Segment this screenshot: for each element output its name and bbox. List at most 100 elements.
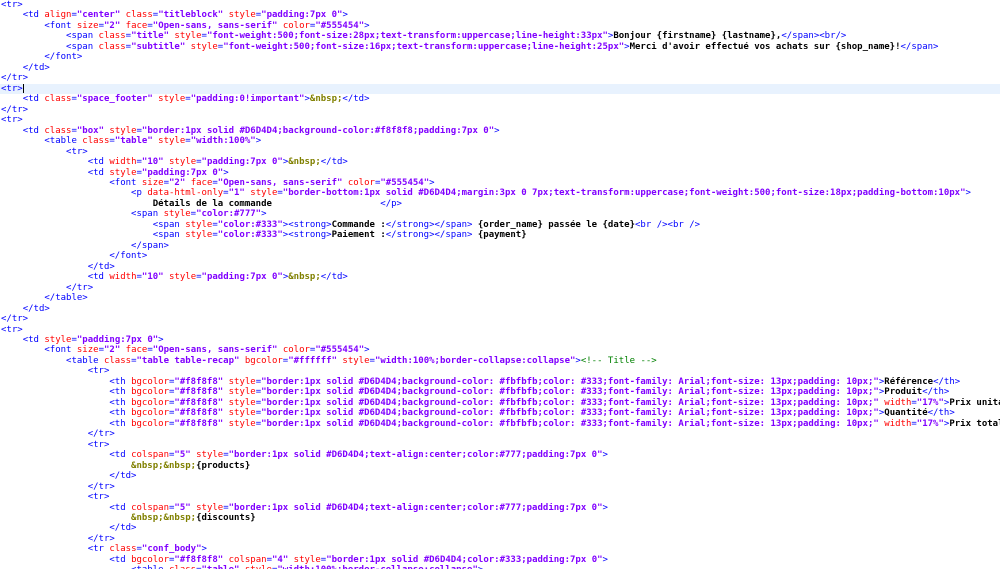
code-token: style <box>174 31 202 42</box>
code-token: <tr> <box>1 0 23 10</box>
code-line[interactable]: <tr> <box>0 366 1000 376</box>
code-token: <font <box>109 177 142 188</box>
code-token: {order_name} passée le {date} <box>472 219 636 230</box>
code-token: "border:1px solid #D6D4D4;background-col… <box>261 408 879 419</box>
code-line[interactable]: <td colspan="5" style="border:1px solid … <box>0 450 1000 460</box>
code-line[interactable]: </font> <box>0 251 1000 261</box>
code-token: "width:100%;border-collapse:collapse" <box>277 565 477 569</box>
code-token: > <box>429 177 435 188</box>
code-line[interactable]: </td> <box>0 262 1000 272</box>
code-token: class <box>109 544 137 555</box>
code-token: </th> <box>933 376 961 387</box>
code-line[interactable]: <td style="padding:7px 0"> <box>0 168 1000 178</box>
code-line[interactable]: <span class="title" style="font-weight:5… <box>0 31 1000 41</box>
code-token: Quantité <box>884 408 928 419</box>
code-line[interactable]: <table class="table table-recap" bgcolor… <box>0 356 1000 366</box>
code-line[interactable]: <td class="box" style="border:1px solid … <box>0 126 1000 136</box>
code-line[interactable]: </font> <box>0 52 1000 62</box>
code-line[interactable]: <td colspan="5" style="border:1px solid … <box>0 503 1000 513</box>
code-line[interactable]: </tr> <box>0 314 1000 324</box>
code-token: "border:1px solid #D6D4D4;background-col… <box>261 387 879 398</box>
code-line[interactable]: <font size="2" face="Open-sans, sans-ser… <box>0 178 1000 188</box>
code-line[interactable]: <td width="10" style="padding:7px 0">&nb… <box>0 272 1000 282</box>
code-line[interactable]: <p data-html-only="1" style="border-bott… <box>0 188 1000 198</box>
code-line[interactable]: <th bgcolor="#f8f8f8" style="border:1px … <box>0 419 1000 429</box>
code-token: style <box>342 355 370 366</box>
code-token: style <box>228 408 256 419</box>
code-line[interactable]: <tr> <box>0 440 1000 450</box>
code-token: </td> <box>320 157 348 168</box>
code-line[interactable]: &nbsp;&nbsp;{products} <box>0 461 1000 471</box>
code-line[interactable]: <tr> <box>0 147 1000 157</box>
code-token: style <box>163 209 191 220</box>
code-line[interactable]: &nbsp;&nbsp;{discounts} <box>0 513 1000 523</box>
code-line[interactable]: <tr> <box>0 83 1000 95</box>
code-token: <th <box>109 376 132 387</box>
code-line[interactable]: <table class="table" style="width:100%"> <box>0 136 1000 146</box>
code-line[interactable]: </table> <box>0 293 1000 303</box>
code-line[interactable]: <tr> <box>0 325 1000 335</box>
code-token: colspan <box>228 554 267 565</box>
code-token: <th <box>109 397 132 408</box>
code-line[interactable]: </tr> <box>0 105 1000 115</box>
code-line[interactable]: <th bgcolor="#f8f8f8" style="border:1px … <box>0 377 1000 387</box>
code-token: style <box>196 502 224 513</box>
code-editor[interactable]: <tr> <td align="center" class="titlebloc… <box>0 0 1000 569</box>
code-line[interactable]: <th bgcolor="#f8f8f8" style="border:1px … <box>0 408 1000 418</box>
code-line[interactable]: <tr class="conf_body"> <box>0 544 1000 554</box>
code-line[interactable]: <td bgcolor="#f8f8f8" colspan="4" style=… <box>0 555 1000 565</box>
code-token: "2" <box>103 345 121 356</box>
code-token: color <box>282 20 310 31</box>
code-token: "2" <box>103 20 121 31</box>
code-token: bgcolor <box>131 397 169 408</box>
code-line[interactable]: Détails de la commande </p> <box>0 199 1000 209</box>
code-line[interactable]: </tr> <box>0 482 1000 492</box>
code-token: Merci d'avoir effectué vos achats sur {s… <box>629 41 901 52</box>
code-line[interactable]: <td style="padding:7px 0"> <box>0 335 1000 345</box>
code-line[interactable]: <font size="2" face="Open-sans, sans-ser… <box>0 345 1000 355</box>
code-line[interactable]: <tr> <box>0 0 1000 10</box>
code-line[interactable]: </tr> <box>0 534 1000 544</box>
code-token: "1" <box>228 188 245 199</box>
code-token: </td> <box>109 523 137 534</box>
code-line[interactable]: <tr> <box>0 492 1000 502</box>
code-token: > <box>342 10 348 21</box>
code-line[interactable]: </tr> <box>0 429 1000 439</box>
code-line[interactable]: <td width="10" style="padding:7px 0">&nb… <box>0 157 1000 167</box>
code-line[interactable]: <font size="2" face="Open-sans, sans-ser… <box>0 21 1000 31</box>
code-line[interactable]: </td> <box>0 471 1000 481</box>
code-line[interactable]: <tr> <box>0 115 1000 125</box>
code-token: </tr> <box>87 429 115 440</box>
code-line[interactable]: </td> <box>0 63 1000 73</box>
code-line[interactable]: <span style="color:#777"> <box>0 209 1000 219</box>
code-token: <font <box>44 20 77 31</box>
code-token: "Open-sans, sans-serif" <box>217 177 343 188</box>
code-token: "table" <box>114 136 153 147</box>
code-line[interactable]: <td align="center" class="titleblock" st… <box>0 10 1000 20</box>
code-token: <td <box>109 450 132 461</box>
code-line[interactable]: <td class="space_footer" style="padding:… <box>0 94 1000 104</box>
code-line[interactable]: <span class="subtitle" style="font-weigh… <box>0 42 1000 52</box>
code-line[interactable]: </td> <box>0 304 1000 314</box>
code-line[interactable]: </tr> <box>0 283 1000 293</box>
code-line[interactable]: <table class="table" style="width:100%;b… <box>0 565 1000 569</box>
code-line[interactable]: <th bgcolor="#f8f8f8" style="border:1px … <box>0 398 1000 408</box>
code-line[interactable]: </span> <box>0 241 1000 251</box>
code-line[interactable]: <span style="color:#333"><strong>Command… <box>0 220 1000 230</box>
code-line[interactable]: <span style="color:#333"><strong>Paiemen… <box>0 230 1000 240</box>
code-token: </font> <box>109 251 148 262</box>
code-line[interactable]: </td> <box>0 523 1000 533</box>
code-token: <td <box>22 94 45 105</box>
code-token: size <box>76 20 99 31</box>
code-line[interactable]: </tr> <box>0 73 1000 83</box>
code-token: <!-- Title --> <box>580 355 657 366</box>
code-line[interactable]: <th bgcolor="#f8f8f8" style="border:1px … <box>0 387 1000 397</box>
